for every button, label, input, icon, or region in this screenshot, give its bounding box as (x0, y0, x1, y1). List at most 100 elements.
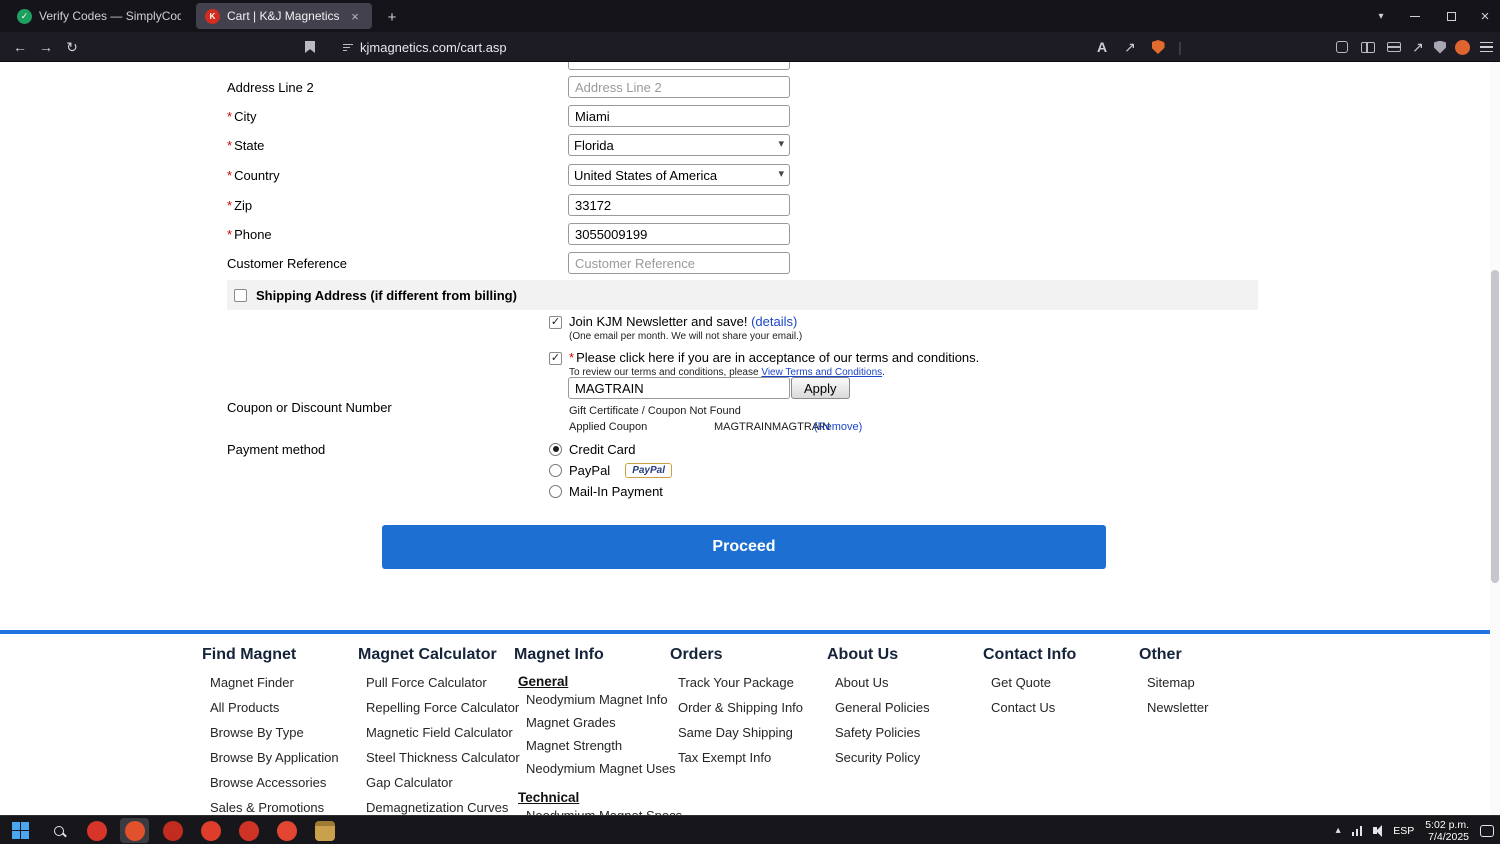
protection-shield-icon[interactable] (1428, 32, 1452, 62)
footer-link[interactable]: All Products (210, 700, 339, 715)
footer-link[interactable]: Order & Shipping Info (678, 700, 803, 715)
tab-list-chevron-icon[interactable]: ▾ (1368, 0, 1394, 32)
footer-link[interactable]: Magnet Strength (526, 738, 682, 753)
scrollbar-thumb[interactable] (1491, 270, 1499, 583)
city-input[interactable] (568, 105, 790, 127)
footer-link[interactable]: Track Your Package (678, 675, 803, 690)
footer-link[interactable]: Neodymium Magnet Specs (526, 808, 682, 815)
back-button[interactable]: ← (8, 32, 32, 62)
reload-button[interactable]: ↻ (60, 32, 84, 62)
footer-link[interactable]: Gap Calculator (366, 775, 520, 790)
notification-center-icon[interactable] (1480, 824, 1494, 837)
adblock-shield-icon[interactable] (1146, 32, 1170, 62)
mail-in-radio[interactable] (549, 484, 562, 498)
footer-link[interactable]: Steel Thickness Calculator (366, 750, 520, 765)
site-info-icon[interactable] (336, 32, 360, 62)
footer-link[interactable]: Newsletter (1147, 700, 1208, 715)
footer-link[interactable]: Browse Accessories (210, 775, 339, 790)
tray-chevron-up-icon[interactable]: ▴ (1336, 825, 1341, 836)
taskbar-app-6[interactable] (272, 818, 301, 843)
footer-link[interactable]: Magnetic Field Calculator (366, 725, 520, 740)
zip-input[interactable] (568, 194, 790, 216)
minimize-button[interactable] (1398, 0, 1432, 32)
taskbar-app-5[interactable] (234, 818, 263, 843)
taskbar-app-3[interactable] (158, 818, 187, 843)
footer-link[interactable]: Sales & Promotions (210, 800, 339, 815)
state-select[interactable]: Florida (568, 134, 790, 156)
payment-option-mail-in[interactable]: Mail-In Payment (549, 483, 663, 499)
footer-link[interactable]: Pull Force Calculator (366, 675, 520, 690)
footer-link[interactable]: About Us (835, 675, 930, 690)
apply-coupon-button[interactable]: Apply (791, 377, 850, 399)
close-window-button[interactable]: × (1470, 0, 1500, 32)
start-button[interactable] (6, 818, 35, 843)
footer-link[interactable]: Browse By Application (210, 750, 339, 765)
terms-checkbox[interactable]: ✓ (549, 352, 562, 365)
address-line2-input[interactable] (568, 76, 790, 98)
newsletter-label: Join KJM Newsletter and save! (569, 314, 748, 329)
footer-link[interactable]: General Policies (835, 700, 930, 715)
extension-icon[interactable] (1330, 32, 1354, 62)
footer-link[interactable]: Safety Policies (835, 725, 930, 740)
proceed-button[interactable]: Proceed (382, 525, 1106, 569)
footer-link[interactable]: Same Day Shipping (678, 725, 803, 740)
footer-link[interactable]: Contact Us (991, 700, 1055, 715)
shipping-address-checkbox[interactable] (234, 288, 247, 302)
send-icon[interactable]: ↗ (1406, 32, 1430, 62)
tab-simplycodes[interactable]: ✓ Verify Codes — SimplyCodes (8, 3, 190, 29)
kj-magnetics-favicon: K (205, 8, 220, 24)
translate-icon[interactable]: A (1090, 32, 1114, 62)
taskbar-app-2[interactable] (120, 818, 149, 843)
footer-link[interactable]: Get Quote (991, 675, 1055, 690)
phone-input[interactable] (568, 223, 790, 245)
footer-link[interactable]: Security Policy (835, 750, 930, 765)
url-bar-separator: | (1178, 39, 1182, 55)
taskbar-app-7[interactable] (310, 818, 339, 843)
taskbar-app-4[interactable] (196, 818, 225, 843)
share-icon[interactable]: ↗ (1118, 32, 1142, 62)
payment-option-paypal[interactable]: PayPal PayPal (549, 462, 673, 478)
credit-card-radio[interactable] (549, 442, 562, 456)
sidebar-toggle-icon[interactable] (1356, 32, 1380, 62)
footer-link[interactable]: Demagnetization Curves (366, 800, 520, 815)
country-select[interactable]: United States of America (568, 164, 790, 186)
footer-link[interactable]: Magnet Finder (210, 675, 339, 690)
url-bar[interactable]: kjmagnetics.com/cart.asp (360, 32, 507, 62)
volume-icon[interactable] (1373, 824, 1383, 837)
address-line1-input[interactable] (568, 62, 790, 70)
footer-link[interactable]: Neodymium Magnet Info (526, 692, 682, 707)
close-tab-icon[interactable]: × (347, 9, 363, 24)
wallet-icon[interactable] (1382, 32, 1406, 62)
payment-option-credit-card[interactable]: Credit Card (549, 441, 635, 457)
footer-column-title: Other (1139, 646, 1182, 663)
language-indicator[interactable]: ESP (1393, 825, 1414, 837)
network-icon[interactable] (1351, 825, 1363, 836)
newsletter-checkbox[interactable]: ✓ (549, 316, 562, 329)
new-tab-button[interactable]: + (382, 7, 402, 27)
maximize-button[interactable] (1434, 0, 1468, 32)
paypal-radio[interactable] (549, 463, 562, 477)
footer-link[interactable]: Magnet Grades (526, 715, 682, 730)
tab-cart-kj-magnetics[interactable]: K Cart | K&J Magnetics × (196, 3, 372, 29)
newsletter-details-link[interactable]: (details) (751, 314, 797, 329)
footer-column-title: Magnet Calculator (358, 646, 497, 663)
taskbar-app-1[interactable] (82, 818, 111, 843)
customer-reference-input[interactable] (568, 252, 790, 274)
footer-link[interactable]: Sitemap (1147, 675, 1208, 690)
bookmark-icon[interactable] (298, 32, 322, 62)
remove-coupon-link[interactable]: (Remove) (814, 421, 862, 433)
footer-link[interactable]: Neodymium Magnet Uses (526, 761, 682, 776)
taskbar-clock[interactable]: 5:02 p.m. 7/4/2025 (1425, 819, 1469, 843)
footer-link[interactable]: Tax Exempt Info (678, 750, 803, 765)
extension-box-icon (1336, 41, 1348, 53)
coupon-input[interactable] (568, 377, 790, 399)
page-scrollbar[interactable] (1490, 62, 1500, 815)
forward-button[interactable]: → (34, 32, 58, 62)
profile-avatar[interactable] (1450, 32, 1474, 62)
footer-link[interactable]: Browse By Type (210, 725, 339, 740)
menu-button[interactable] (1474, 32, 1498, 62)
footer-link[interactable]: Repelling Force Calculator (366, 700, 520, 715)
taskbar-search-button[interactable] (44, 818, 73, 843)
tab-title: Cart | K&J Magnetics (227, 9, 340, 23)
simplycodes-favicon: ✓ (17, 8, 32, 24)
